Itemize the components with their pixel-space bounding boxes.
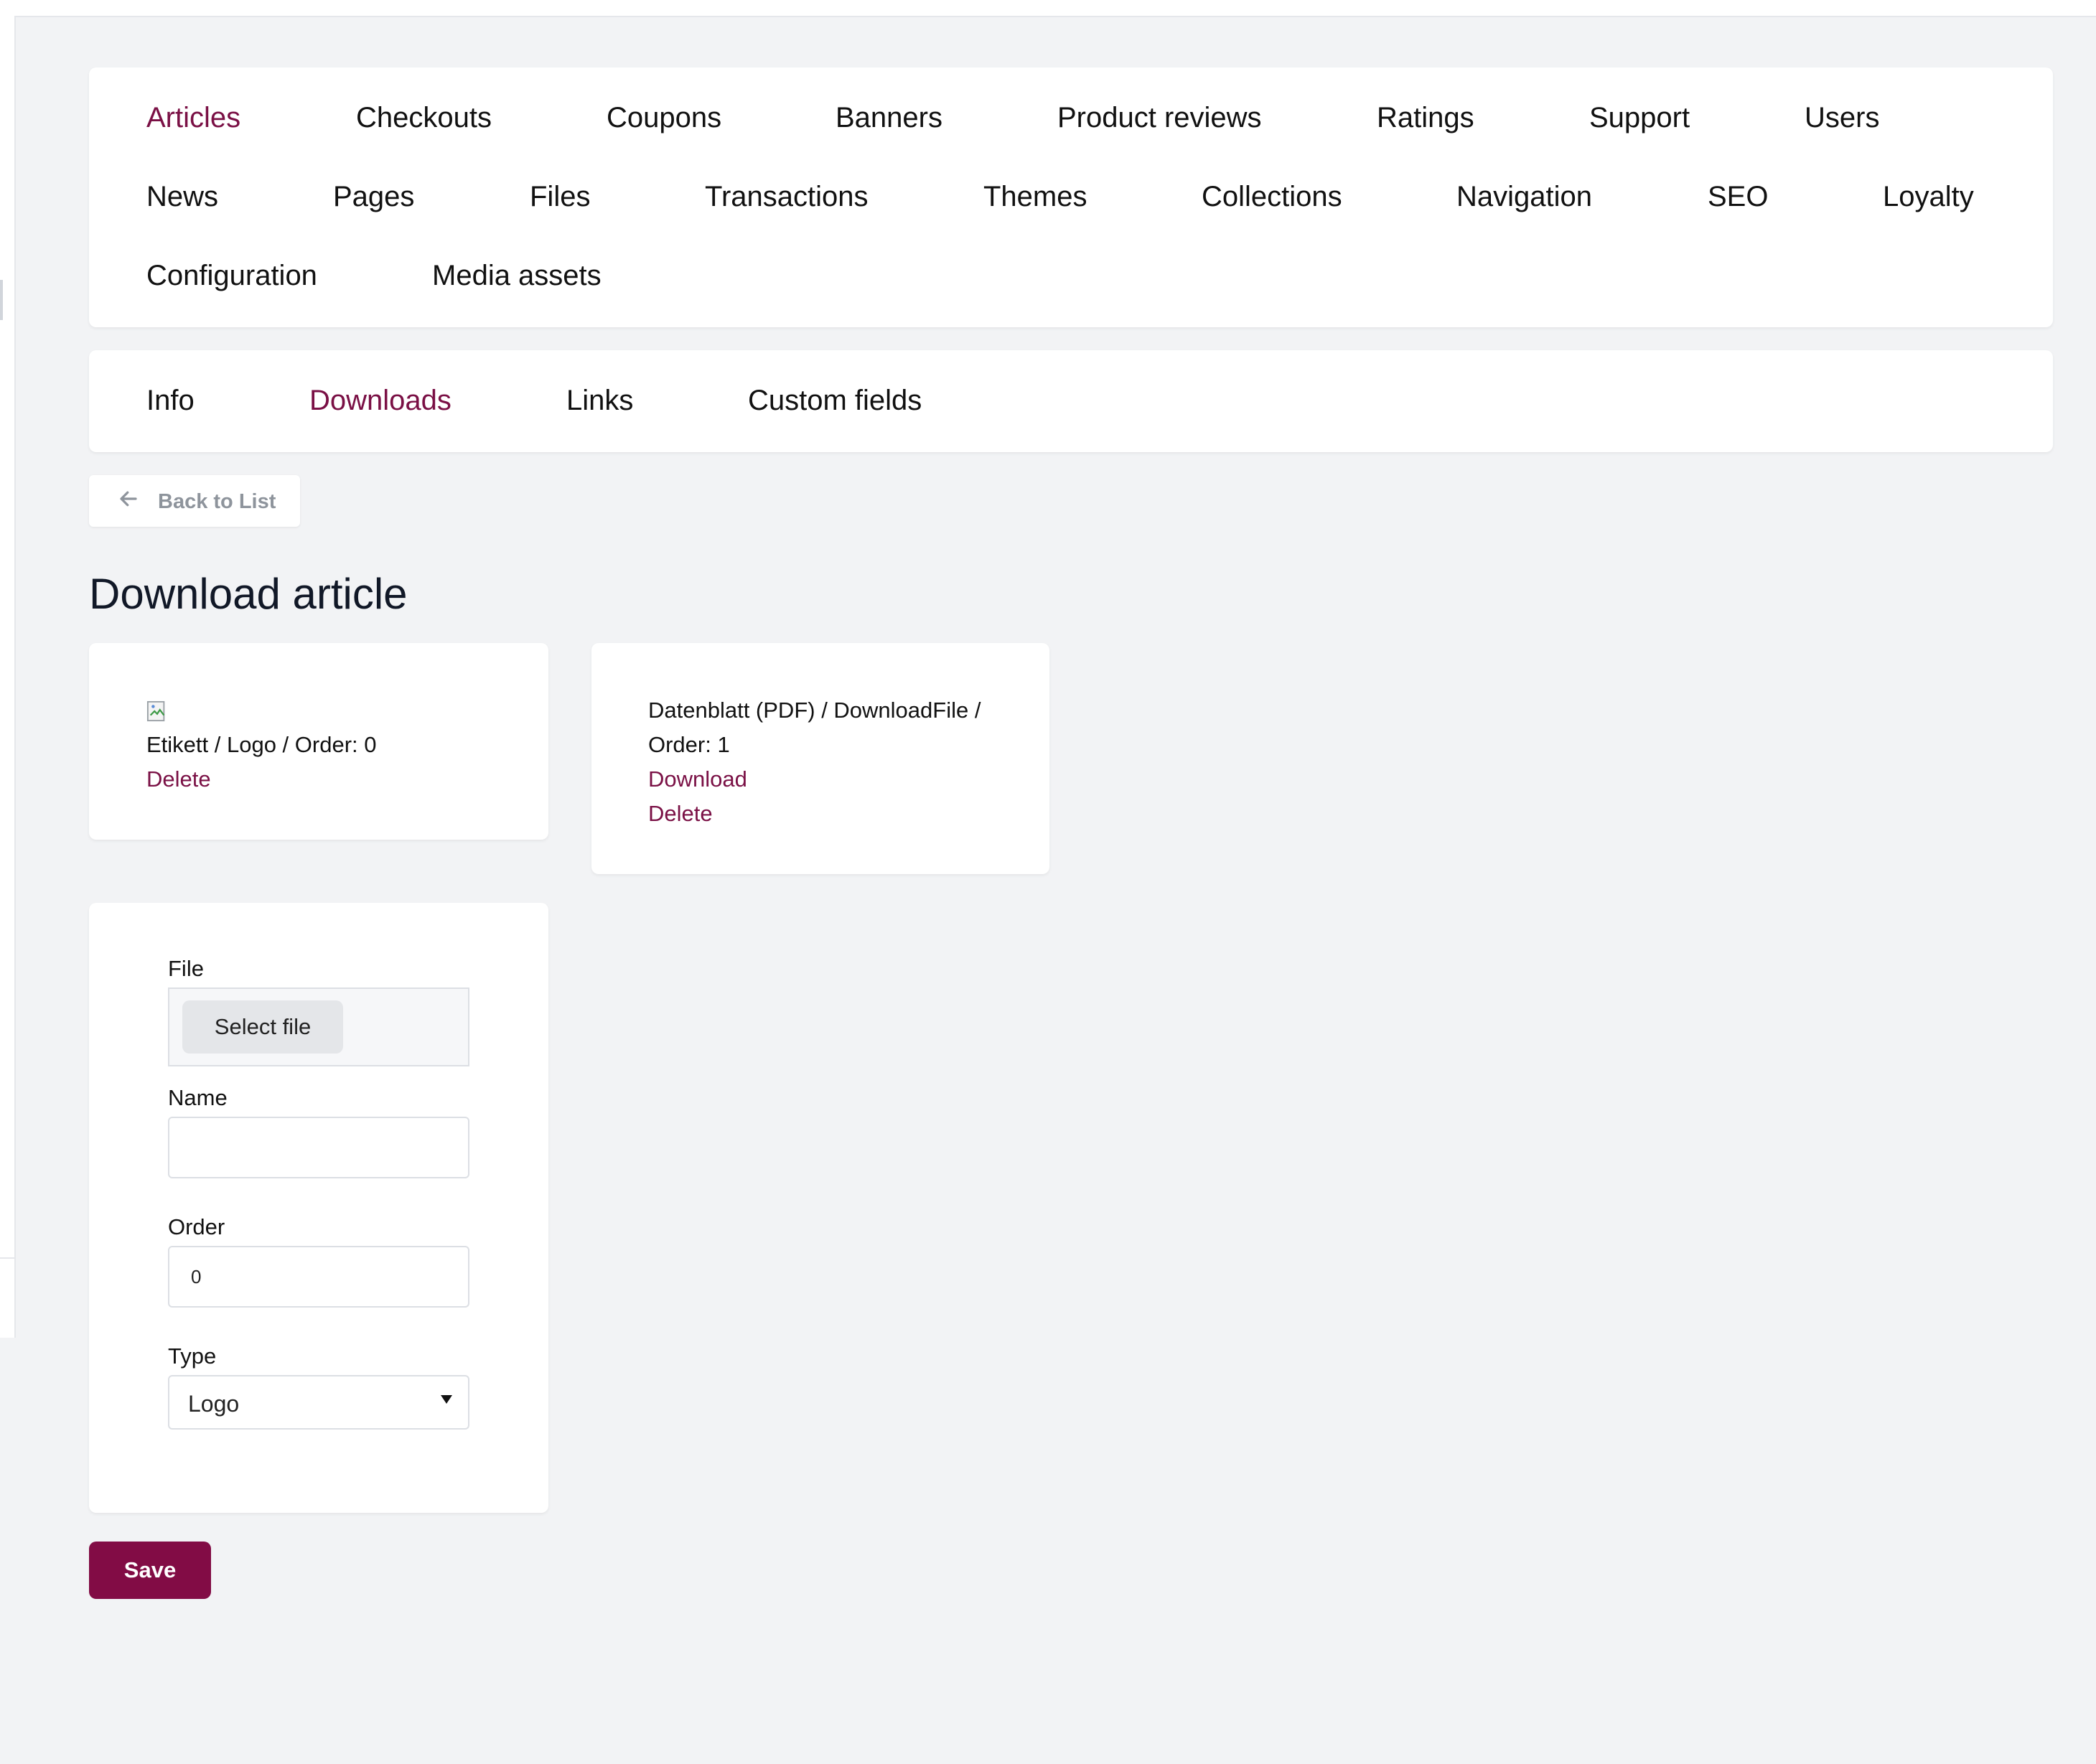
tab-info[interactable]: Info xyxy=(146,383,195,418)
tab-downloads[interactable]: Downloads xyxy=(309,383,452,418)
nav-checkouts[interactable]: Checkouts xyxy=(356,100,492,135)
nav-loyalty[interactable]: Loyalty xyxy=(1883,179,1974,214)
nav-product-reviews[interactable]: Product reviews xyxy=(1057,100,1262,135)
nav-navigation[interactable]: Navigation xyxy=(1456,179,1592,214)
download-item-order: Order: 1 xyxy=(648,732,730,757)
page-title: Download article xyxy=(89,570,408,618)
sidebar-marker xyxy=(0,280,3,320)
tab-links[interactable]: Links xyxy=(566,383,633,418)
order-input[interactable] xyxy=(168,1246,469,1308)
chevron-down-icon xyxy=(441,1395,452,1404)
top-bar xyxy=(0,0,2096,17)
delete-link[interactable]: Delete xyxy=(146,762,211,797)
nav-files[interactable]: Files xyxy=(530,179,590,214)
nav-collections[interactable]: Collections xyxy=(1202,179,1342,214)
nav-seo[interactable]: SEO xyxy=(1708,179,1768,214)
broken-image-icon xyxy=(146,700,165,722)
nav-pages[interactable]: Pages xyxy=(333,179,414,214)
download-link[interactable]: Download xyxy=(648,762,747,797)
type-select[interactable]: Logo xyxy=(168,1375,469,1430)
file-label: File xyxy=(168,956,204,981)
download-item-description: Etikett / Logo / Order: 0 xyxy=(146,732,377,757)
nav-media-assets[interactable]: Media assets xyxy=(432,258,602,293)
nav-configuration[interactable]: Configuration xyxy=(146,258,317,293)
order-label: Order xyxy=(168,1214,225,1239)
back-to-list-label: Back to List xyxy=(158,490,276,513)
nav-banners[interactable]: Banners xyxy=(836,100,942,135)
nav-users[interactable]: Users xyxy=(1805,100,1879,135)
nav-support[interactable]: Support xyxy=(1589,100,1690,135)
download-item-description: Datenblatt (PDF) / DownloadFile / xyxy=(648,698,981,723)
delete-link[interactable]: Delete xyxy=(648,797,713,831)
main-nav: Articles Checkouts Coupons Banners Produ… xyxy=(89,67,2053,327)
arrow-left-icon xyxy=(120,491,137,507)
sub-nav: Info Downloads Links Custom fields xyxy=(89,350,2053,452)
name-input[interactable] xyxy=(168,1117,469,1178)
nav-articles[interactable]: Articles xyxy=(146,100,240,135)
type-label: Type xyxy=(168,1343,217,1369)
nav-themes[interactable]: Themes xyxy=(983,179,1087,214)
type-select-value: Logo xyxy=(188,1391,240,1417)
save-button[interactable]: Save xyxy=(89,1542,211,1599)
sidebar-divider xyxy=(0,1257,14,1259)
nav-coupons[interactable]: Coupons xyxy=(607,100,721,135)
back-to-list-button[interactable]: Back to List xyxy=(89,475,300,527)
nav-transactions[interactable]: Transactions xyxy=(705,179,869,214)
file-input[interactable]: Select file xyxy=(168,987,469,1066)
select-file-button[interactable]: Select file xyxy=(182,1000,343,1054)
tab-custom-fields[interactable]: Custom fields xyxy=(748,383,922,418)
name-label: Name xyxy=(168,1085,228,1110)
nav-news[interactable]: News xyxy=(146,179,218,214)
nav-ratings[interactable]: Ratings xyxy=(1377,100,1474,135)
left-sidebar-edge xyxy=(0,16,16,1338)
